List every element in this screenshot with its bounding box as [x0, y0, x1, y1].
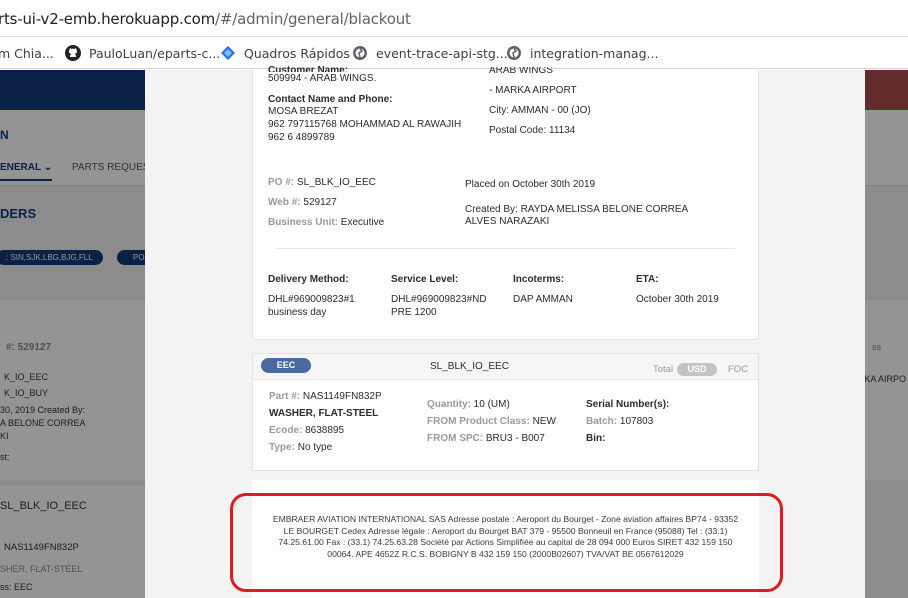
from-spc-value: BRU3 - B007: [485, 433, 545, 444]
incoterms-value: DAP AMMAN: [513, 294, 573, 305]
web-label: Web #:: [268, 197, 301, 208]
ship-postal: Postal Code: 11134: [489, 125, 576, 136]
bookmark-item-github[interactable]: PauloLuan/eparts-c...: [65, 37, 220, 69]
class-badge: EEC: [261, 358, 311, 373]
total-label: Total: [653, 364, 674, 375]
service-level-value: PRE 1200: [391, 307, 437, 318]
customer-label: Customer Name:: [268, 65, 349, 72]
from-class-value: NEW: [532, 416, 556, 427]
from-class-label: FROM Product Class:: [427, 416, 530, 427]
eta-label: ETA:: [636, 274, 659, 285]
ship-line: - MARKA AIRPORT: [489, 85, 577, 96]
batch-value: 107803: [619, 416, 654, 427]
delivery-method-value: business day: [268, 307, 327, 318]
ship-city: City: AMMAN - 00 (JO): [489, 105, 591, 116]
ecode-value: 8638895: [305, 425, 345, 436]
incoterms-label: Incoterms:: [513, 274, 565, 285]
web-value: 529127: [303, 197, 337, 208]
address-bar[interactable]: rts-ui-v2-emb.herokuapp.com/#/admin/gene…: [0, 0, 908, 37]
contact-line: 962 797115768 MOHAMMAD AL RAWAJIH: [268, 119, 462, 130]
from-spc-label: FROM SPC:: [427, 433, 484, 444]
business-unit-label: Business Unit:: [268, 217, 339, 228]
ship-line: ARAB WINGS: [489, 67, 553, 75]
highlight-annotation: [230, 493, 783, 592]
globe-icon: [507, 46, 521, 60]
url-text[interactable]: rts-ui-v2-emb.herokuapp.com/#/admin/gene…: [0, 10, 411, 28]
po-label: PO #:: [268, 177, 295, 188]
contact-line: MOSA BREZAT: [268, 106, 339, 117]
bookmarks-bar: m Chia... PauloLuan/eparts-c... Quadros …: [0, 37, 908, 69]
quantity-label: Quantity:: [427, 399, 471, 410]
po-value: SL_BLK_IO_EEC: [296, 177, 376, 188]
created-by-cont: ALVES NARAZAKI: [465, 216, 550, 227]
service-level-value: DHL#969009823#ND: [391, 294, 487, 305]
contact-line: 962 6 4899789: [268, 132, 335, 143]
created-by: Created By: RAYDA MELISSA BELONE CORREA: [465, 204, 689, 215]
bookmark-item-integration[interactable]: integration-manag...: [506, 37, 658, 69]
section-divider: [276, 248, 735, 249]
type-label: Type:: [269, 442, 295, 453]
delivery-method-label: Delivery Method:: [268, 274, 349, 285]
delivery-method-value: DHL#969009823#1: [268, 294, 355, 305]
currency-foc-toggle[interactable]: FOC: [728, 364, 748, 376]
batch-label: Batch:: [586, 416, 618, 427]
part-label: Part #:: [269, 391, 301, 402]
item-po: SL_BLK_IO_EEC: [430, 361, 509, 372]
diamond-icon: [221, 46, 235, 60]
currency-usd-toggle[interactable]: USD: [677, 363, 717, 376]
placed-date: Placed on October 30th 2019: [465, 179, 596, 190]
contact-label: Contact Name and Phone:: [268, 94, 393, 105]
eta-value: October 30th 2019: [636, 294, 719, 305]
part-description: WASHER, FLAT-STEEL: [269, 408, 379, 419]
globe-icon: [353, 46, 367, 60]
business-unit-value: Executive: [340, 217, 385, 228]
bin-label: Bin:: [586, 433, 606, 444]
ecode-label: Ecode:: [269, 425, 303, 436]
type-value: No type: [297, 442, 333, 453]
service-level-label: Service Level:: [391, 274, 459, 285]
bookmark-item-event-trace[interactable]: event-trace-api-stg....: [352, 37, 512, 69]
quantity-value: 10 (UM): [473, 399, 510, 410]
customer-value: 509994 - ARAB WINGS.: [268, 73, 377, 84]
serial-label: Serial Number(s):: [586, 399, 670, 410]
bookmark-item[interactable]: m Chia...: [0, 37, 54, 69]
github-icon: [65, 45, 81, 61]
part-value: NAS1149FN832P: [302, 391, 382, 402]
